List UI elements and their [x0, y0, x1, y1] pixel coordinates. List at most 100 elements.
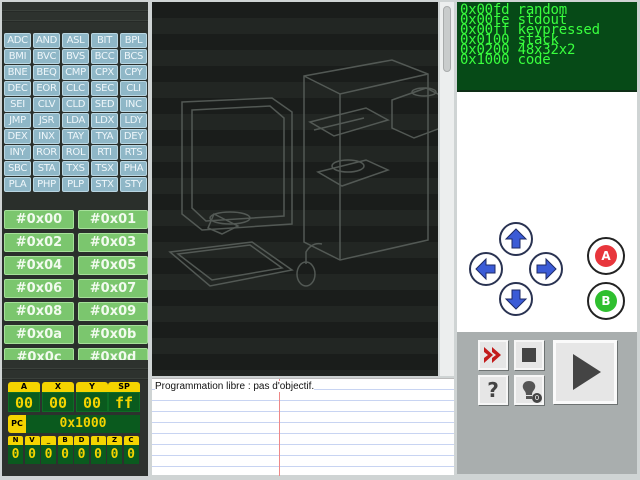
- opcode-button-sei[interactable]: SEI: [4, 97, 31, 112]
- arrow-up-icon: [504, 228, 528, 249]
- status-flag-label: Z: [107, 436, 122, 445]
- byte-button[interactable]: #0x08: [4, 302, 74, 321]
- opcode-button-cld[interactable]: CLD: [62, 97, 89, 112]
- status-flag: Z0: [107, 436, 122, 466]
- opcode-button-bvs[interactable]: BVS: [62, 49, 89, 64]
- opcode-button-rts[interactable]: RTS: [120, 145, 147, 160]
- opcode-button-sta[interactable]: STA: [33, 161, 60, 176]
- dpad-down-button[interactable]: [499, 282, 533, 316]
- hint-button[interactable]: 0: [514, 375, 544, 405]
- a-button-label: A: [595, 245, 617, 267]
- play-icon: [573, 354, 601, 390]
- byte-button[interactable]: #0x05: [78, 256, 148, 275]
- register-sp: SP ff: [108, 382, 140, 412]
- opcode-button-pha[interactable]: PHA: [120, 161, 147, 176]
- byte-button[interactable]: #0x00: [4, 210, 74, 229]
- opcode-button-bmi[interactable]: BMI: [4, 49, 31, 64]
- opcode-button-sec[interactable]: SEC: [91, 81, 118, 96]
- opcode-button-tay[interactable]: TAY: [62, 129, 89, 144]
- status-flag: B0: [57, 436, 73, 466]
- opcode-button-iny[interactable]: INY: [4, 145, 31, 160]
- app-window: ADC AND ASL BIT BPL BMI BVC BVS BCC BCS BNE BEQ CMP C…: [0, 0, 640, 480]
- run-button[interactable]: [553, 340, 617, 404]
- opcode-button-dec[interactable]: DEC: [4, 81, 31, 96]
- opcode-button-php[interactable]: PHP: [33, 177, 60, 192]
- opcode-button-sbc[interactable]: SBC: [4, 161, 31, 176]
- left-panel-header: [2, 2, 148, 30]
- byte-button[interactable]: #0x07: [78, 279, 148, 298]
- opcode-button-sed[interactable]: SED: [91, 97, 118, 112]
- opcode-button-cpy[interactable]: CPY: [120, 65, 147, 80]
- arrow-down-icon: [504, 289, 528, 310]
- opcode-button-and[interactable]: AND: [33, 33, 60, 48]
- status-flag: C0: [123, 436, 139, 466]
- opcode-button-inx[interactable]: INX: [33, 129, 60, 144]
- opcode-button-ror[interactable]: ROR: [33, 145, 60, 160]
- byte-button[interactable]: #0x0d: [78, 348, 148, 360]
- opcode-button-bcc[interactable]: BCC: [91, 49, 118, 64]
- left-panel-divider: [2, 360, 148, 380]
- program-counter: PC 0x1000: [8, 415, 140, 433]
- byte-button[interactable]: #0x09: [78, 302, 148, 321]
- opcode-button-bpl[interactable]: BPL: [120, 33, 147, 48]
- opcode-button-inc[interactable]: INC: [120, 97, 147, 112]
- opcode-button-ldx[interactable]: LDX: [91, 113, 118, 128]
- status-flag-value: 0: [57, 445, 73, 464]
- opcode-button-bne[interactable]: BNE: [4, 65, 31, 80]
- opcode-button-bvc[interactable]: BVC: [33, 49, 60, 64]
- byte-button[interactable]: #0x01: [78, 210, 148, 229]
- opcode-palette: ADC AND ASL BIT BPL BMI BVC BVS BCC BCS BNE BEQ CMP C…: [4, 33, 148, 192]
- byte-button[interactable]: #0x0c: [4, 348, 74, 360]
- opcode-button-eor[interactable]: EOR: [33, 81, 60, 96]
- fast-forward-button[interactable]: [478, 340, 508, 370]
- opcode-button-jsr[interactable]: JSR: [33, 113, 60, 128]
- status-flag-label: D: [74, 436, 89, 445]
- opcode-button-dex[interactable]: DEX: [4, 129, 31, 144]
- opcode-button-rol[interactable]: ROL: [62, 145, 89, 160]
- opcode-button-clv[interactable]: CLV: [33, 97, 60, 112]
- opcode-button-ldy[interactable]: LDY: [120, 113, 147, 128]
- dpad-up-button[interactable]: [499, 222, 533, 256]
- opcode-button-dey[interactable]: DEY: [120, 129, 147, 144]
- opcode-button-cpx[interactable]: CPX: [91, 65, 118, 80]
- status-flag-label: I: [90, 436, 106, 445]
- opcode-button-tya[interactable]: TYA: [91, 129, 118, 144]
- opcode-button-lda[interactable]: LDA: [62, 113, 89, 128]
- program-counter-value: 0x1000: [26, 415, 140, 433]
- opcode-button-bcs[interactable]: BCS: [120, 49, 147, 64]
- opcode-button-adc[interactable]: ADC: [4, 33, 31, 48]
- byte-button[interactable]: #0x0a: [4, 325, 74, 344]
- b-button[interactable]: B: [587, 282, 625, 320]
- opcode-button-beq[interactable]: BEQ: [33, 65, 60, 80]
- opcode-button-asl[interactable]: ASL: [62, 33, 89, 48]
- opcode-button-plp[interactable]: PLP: [62, 177, 89, 192]
- register-a: A 00: [8, 382, 40, 412]
- opcode-button-bit[interactable]: BIT: [91, 33, 118, 48]
- opcode-button-rti[interactable]: RTI: [91, 145, 118, 160]
- help-button[interactable]: ?: [478, 375, 508, 405]
- opcode-button-clc[interactable]: CLC: [62, 81, 89, 96]
- a-button[interactable]: A: [587, 237, 625, 275]
- computer-illustration: [168, 59, 438, 287]
- dpad-right-button[interactable]: [529, 252, 563, 286]
- opcode-button-jmp[interactable]: JMP: [4, 113, 31, 128]
- opcode-button-cli[interactable]: CLI: [120, 81, 147, 96]
- stop-button[interactable]: [514, 340, 544, 370]
- byte-button[interactable]: #0x03: [78, 233, 148, 252]
- screen-scrollbar[interactable]: [440, 2, 454, 376]
- dpad-left-button[interactable]: [469, 252, 503, 286]
- byte-button[interactable]: #0x04: [4, 256, 74, 275]
- opcode-button-cmp[interactable]: CMP: [62, 65, 89, 80]
- opcode-button-pla[interactable]: PLA: [4, 177, 31, 192]
- byte-button[interactable]: #0x06: [4, 279, 74, 298]
- register-y-label: Y: [76, 382, 108, 392]
- byte-button[interactable]: #0x0b: [78, 325, 148, 344]
- byte-button[interactable]: #0x02: [4, 233, 74, 252]
- opcode-button-stx[interactable]: STX: [91, 177, 118, 192]
- opcode-button-txs[interactable]: TXS: [62, 161, 89, 176]
- opcode-button-tsx[interactable]: TSX: [91, 161, 118, 176]
- scrollbar-thumb[interactable]: [443, 6, 451, 72]
- objective-notepad: Programmation libre : pas d'objectif.: [152, 378, 454, 476]
- byte-palette[interactable]: #0x00 #0x01 #0x02 #0x03 #0x04 #0x05 #0x06 #0x07…: [4, 210, 148, 360]
- opcode-button-sty[interactable]: STY: [120, 177, 147, 192]
